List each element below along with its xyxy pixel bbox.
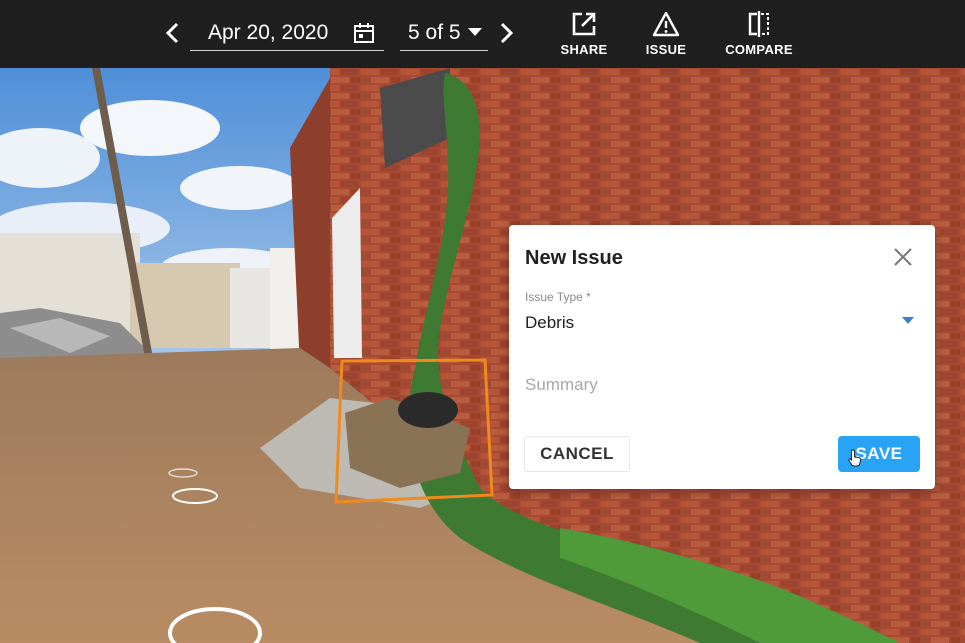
summary-field[interactable]	[525, 375, 919, 405]
share-label: SHARE	[560, 42, 608, 57]
summary-input[interactable]	[525, 375, 919, 395]
dialog-title: New Issue	[525, 247, 623, 269]
caret-down-icon	[902, 317, 914, 324]
warning-triangle-icon	[652, 11, 680, 37]
page-value: 5 of 5	[408, 21, 461, 44]
chevron-right-icon	[500, 22, 514, 44]
issue-type-value: Debris	[525, 313, 575, 332]
issue-type-label: Issue Type *	[525, 290, 591, 304]
previous-button[interactable]	[160, 18, 184, 48]
date-picker[interactable]: Apr 20, 2020	[190, 14, 384, 51]
top-toolbar: Apr 20, 2020 5 of 5 SHARE ISSUE COMPARE	[0, 0, 965, 68]
close-icon[interactable]	[891, 245, 915, 269]
page-select[interactable]: 5 of 5	[400, 14, 488, 51]
new-issue-dialog: New Issue Issue Type * Debris CANCEL SAV…	[509, 225, 935, 489]
calendar-icon[interactable]	[353, 22, 375, 44]
date-value: Apr 20, 2020	[208, 21, 329, 44]
share-button[interactable]: SHARE	[558, 10, 610, 62]
chevron-left-icon	[165, 22, 179, 44]
hand-cursor-icon	[848, 449, 862, 467]
issue-label: ISSUE	[645, 42, 687, 57]
caret-down-icon	[468, 28, 482, 36]
compare-label: COMPARE	[725, 42, 793, 57]
share-external-icon	[572, 12, 596, 36]
compare-split-icon	[748, 11, 769, 37]
cancel-button[interactable]: CANCEL	[524, 436, 630, 472]
next-button[interactable]	[495, 18, 519, 48]
compare-button[interactable]: COMPARE	[723, 10, 795, 62]
issue-button[interactable]: ISSUE	[642, 10, 690, 62]
